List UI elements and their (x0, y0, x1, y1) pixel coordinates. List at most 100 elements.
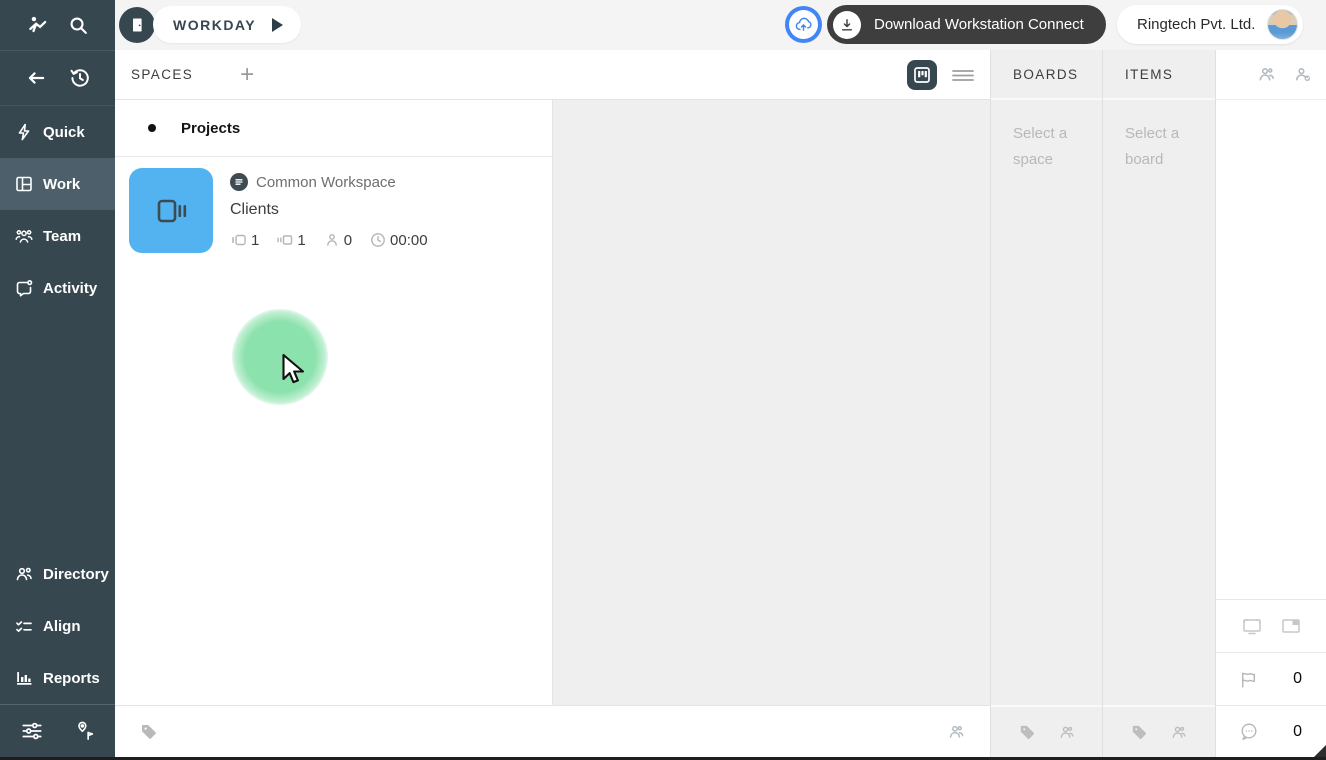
left-sidebar: Quick Work Team (0, 50, 115, 757)
tag-icon[interactable] (1018, 723, 1037, 742)
detail-header (1216, 50, 1326, 100)
item-stat-icon (276, 231, 294, 249)
tag-icon[interactable] (139, 722, 159, 742)
sidebar-item-reports[interactable]: Reports (0, 652, 115, 704)
app-window: WORKDAY Download Workstation Connect Rin… (0, 0, 1326, 760)
account-label: Ringtech Pvt. Ltd. (1137, 16, 1255, 33)
door-icon (128, 16, 146, 34)
list-view-icon (950, 64, 976, 86)
main-area: SPACES + (115, 50, 990, 757)
flags-count: 0 (1293, 670, 1302, 688)
directory-icon (14, 564, 34, 584)
empty-canvas (553, 100, 990, 705)
time-stat: 00:00 (369, 231, 428, 249)
items-placeholder: Select a board (1125, 121, 1197, 173)
assignee-filter-icon[interactable] (1169, 723, 1188, 742)
play-icon[interactable] (272, 18, 283, 32)
monitor-icon[interactable] (1241, 615, 1263, 637)
download-workstation-button[interactable]: Download Workstation Connect (827, 5, 1106, 44)
kanban-work-icon (14, 174, 34, 194)
clock-icon (369, 231, 387, 249)
sidebar-item-activity[interactable]: Activity (0, 262, 115, 314)
sidebar-item-label: Work (43, 176, 80, 193)
cloud-upload-button[interactable] (785, 6, 822, 43)
sidebar-item-label: Align (43, 618, 81, 635)
members-stat: 0 (323, 231, 352, 249)
history-icon[interactable] (69, 67, 91, 89)
boards-footer (991, 705, 1102, 757)
workday-selector[interactable]: WORKDAY (153, 6, 301, 43)
boards-placeholder: Select a space (1013, 121, 1085, 173)
kick-logo-icon[interactable] (26, 14, 48, 36)
sidebar-item-align[interactable]: Align (0, 600, 115, 652)
sidebar-spacer (0, 314, 115, 548)
top-bar: WORKDAY Download Workstation Connect Rin… (0, 0, 1326, 50)
team-icon (14, 226, 34, 246)
members-count: 0 (344, 232, 352, 249)
items-footer (1103, 705, 1215, 757)
workday-door-badge[interactable] (119, 7, 155, 43)
sidebar-item-label: Directory (43, 566, 109, 583)
boards-stat: 1 (230, 231, 259, 249)
space-card-clients[interactable]: Common Workspace Clients (115, 157, 552, 264)
activity-icon (14, 278, 34, 298)
assignee-filter-icon[interactable] (1057, 723, 1076, 742)
card-icon[interactable] (1280, 615, 1302, 637)
view-mode-row (1216, 599, 1326, 652)
boards-header: BOARDS (991, 50, 1102, 100)
sidebar-item-team[interactable]: Team (0, 210, 115, 262)
route-flag-icon[interactable] (72, 719, 96, 743)
sidebar-item-label: Activity (43, 280, 97, 297)
workspace-name: Common Workspace (256, 174, 396, 191)
view-controls (907, 60, 976, 90)
filters-icon[interactable] (20, 719, 44, 743)
search-icon[interactable] (68, 15, 89, 36)
person-stat-icon (323, 231, 341, 249)
boards-count: 1 (251, 232, 259, 249)
sidebar-item-label: Team (43, 228, 81, 245)
kanban-view-icon (912, 65, 932, 85)
main-body: Projects (115, 100, 990, 705)
spaces-panel: Projects (115, 100, 553, 705)
items-count: 1 (297, 232, 305, 249)
kanban-view-button[interactable] (907, 60, 937, 90)
comments-row[interactable]: 0 (1216, 705, 1326, 757)
resize-grip[interactable] (1314, 745, 1326, 757)
person-check-icon[interactable] (1292, 64, 1313, 85)
sidebar-item-quick[interactable]: Quick (0, 106, 115, 158)
sidebar-item-work[interactable]: Work (0, 158, 115, 210)
spaces-title: SPACES (131, 67, 193, 82)
items-header: ITEMS (1103, 50, 1215, 100)
items-body: Select a board (1103, 100, 1215, 705)
spaces-footer-bar (115, 705, 990, 757)
space-tile[interactable] (129, 168, 213, 253)
reports-icon (14, 668, 34, 688)
list-view-button[interactable] (950, 64, 976, 86)
sidebar-item-label: Reports (43, 670, 100, 687)
spaces-group-projects[interactable]: Projects (115, 100, 552, 157)
back-arrow-icon[interactable] (25, 67, 47, 89)
board-tile-icon (151, 191, 191, 231)
workspace-menu-icon (230, 173, 248, 191)
avatar (1267, 9, 1298, 40)
space-name: Clients (230, 201, 428, 219)
people-icon[interactable] (1256, 64, 1277, 85)
flags-row[interactable]: 0 (1216, 652, 1326, 705)
group-label: Projects (181, 120, 240, 137)
account-selector[interactable]: Ringtech Pvt. Ltd. (1117, 5, 1303, 44)
board-stat-icon (230, 231, 248, 249)
align-icon (14, 616, 34, 636)
detail-empty (1216, 100, 1326, 599)
cloud-upload-icon (789, 10, 818, 39)
assignee-filter-icon[interactable] (946, 722, 966, 742)
items-stat: 1 (276, 231, 305, 249)
sidebar-item-directory[interactable]: Directory (0, 548, 115, 600)
boards-body: Select a space (991, 100, 1102, 705)
tag-icon[interactable] (1130, 723, 1149, 742)
spaces-header-bar: SPACES + (115, 50, 990, 100)
download-icon (833, 11, 861, 39)
add-space-button[interactable]: + (240, 63, 254, 87)
workspace-row: Common Workspace (230, 173, 428, 191)
sidebar-item-label: Quick (43, 124, 85, 141)
boards-column: BOARDS Select a space (990, 50, 1102, 757)
